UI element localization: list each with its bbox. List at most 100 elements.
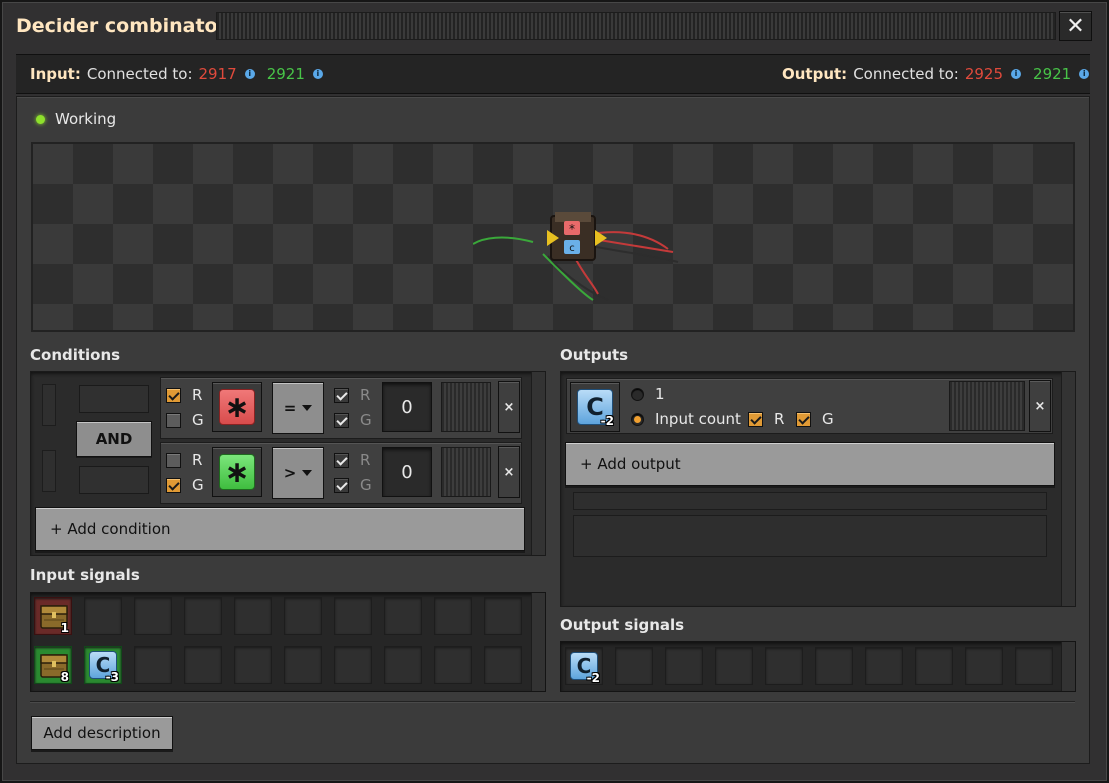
output-signal-button[interactable]: C -2 (570, 382, 620, 432)
add-output-button[interactable]: + Add output (565, 442, 1055, 486)
info-icon[interactable]: i (1011, 69, 1022, 79)
row-drag-handle[interactable] (441, 447, 491, 497)
info-icon[interactable]: i (1079, 69, 1090, 79)
conditions-scrollbar[interactable] (531, 372, 545, 555)
signal-slot-empty (434, 646, 472, 684)
status-text: Working (55, 110, 117, 128)
comparator-dropdown[interactable]: > (272, 447, 324, 499)
outputs-scrollbar[interactable] (1061, 372, 1075, 606)
signal-slot-red[interactable]: 1 (34, 597, 72, 635)
signal-slot-empty (84, 597, 122, 635)
decider-combinator-entity-icon: * c (473, 212, 679, 301)
right-red-checkbox[interactable] (334, 388, 349, 403)
output-connected-text: Connected to: (853, 65, 959, 83)
signal-slot-empty (184, 597, 222, 635)
signal-count: -2 (586, 671, 600, 685)
right-red-label: R (360, 451, 371, 469)
left-green-checkbox[interactable] (166, 478, 181, 493)
signal-slot-empty (234, 646, 272, 684)
input-signals-scrollbar[interactable] (531, 593, 545, 691)
remove-condition-button[interactable]: × (498, 381, 520, 433)
input-connected-text: Connected to: (86, 65, 193, 83)
connection-bar: Input: Connected to: 2917 i 2921 i Outpu… (16, 54, 1090, 94)
row-drag-handle[interactable] (949, 381, 1025, 431)
title-bar: Decider combinator ✕ (6, 8, 1099, 46)
output-input-count-label: Input count (655, 410, 741, 428)
signal-c-icon: C -2 (577, 389, 614, 428)
right-green-checkbox[interactable] (334, 413, 349, 428)
signal-slot-empty (615, 647, 653, 685)
output-connections: Output: Connected to: 2925 i 2921 i (782, 65, 1095, 83)
status-dot-icon (36, 114, 45, 124)
constant-value-input[interactable]: 0 (382, 447, 432, 497)
close-icon: ✕ (1066, 13, 1085, 39)
signal-slot-empty (915, 647, 953, 685)
remove-condition-button[interactable]: × (498, 446, 520, 498)
right-green-checkbox[interactable] (334, 478, 349, 493)
signal-slot-empty (134, 646, 172, 684)
signal-slot-empty (284, 646, 322, 684)
condition-signal-button[interactable]: ∗ (212, 382, 262, 432)
condition-slot (79, 466, 149, 494)
output-signals-scrollbar[interactable] (1061, 642, 1075, 691)
left-red-checkbox[interactable] (166, 388, 181, 403)
output-red-network-id: 2925 (964, 65, 1004, 83)
signal-slot-empty (484, 646, 522, 684)
right-red-checkbox[interactable] (334, 453, 349, 468)
comparator-dropdown[interactable]: = (272, 382, 324, 434)
left-green-checkbox[interactable] (166, 413, 181, 428)
close-icon: × (503, 399, 515, 415)
signal-slot-empty (484, 597, 522, 635)
right-green-label: G (360, 476, 372, 494)
output-red-label: R (774, 410, 785, 428)
output-input-count-radio[interactable] (631, 413, 644, 426)
condition-signal-button[interactable]: ∗ (212, 447, 262, 497)
row-drag-handle[interactable] (441, 382, 491, 432)
left-green-label: G (192, 411, 204, 429)
left-green-label: G (192, 476, 204, 494)
signal-slot-empty (184, 646, 222, 684)
signal-slot-empty (134, 597, 172, 635)
input-connections: Input: Connected to: 2917 i 2921 i (30, 65, 329, 83)
close-button[interactable]: ✕ (1059, 11, 1092, 41)
signal-slot-empty (334, 597, 372, 635)
status-indicator: Working (36, 110, 116, 128)
comparator-value: = (283, 399, 297, 417)
signal-slot-empty (384, 646, 422, 684)
remove-output-button[interactable]: × (1029, 380, 1051, 432)
signal-slot-empty (334, 646, 372, 684)
signal-slot-green[interactable]: C -3 (84, 646, 122, 684)
info-icon[interactable]: i (312, 69, 323, 79)
left-red-label: R (192, 386, 203, 404)
condition-bracket (42, 450, 56, 492)
signal-slot[interactable]: C -2 (565, 647, 603, 685)
left-red-checkbox[interactable] (166, 453, 181, 468)
add-description-button[interactable]: Add description (31, 716, 173, 750)
input-signals-heading: Input signals (30, 566, 140, 584)
output-one-radio[interactable] (631, 388, 644, 401)
add-condition-button[interactable]: + Add condition (35, 507, 525, 551)
constant-value-input[interactable]: 0 (382, 382, 432, 432)
window-drag-handle[interactable] (216, 12, 1056, 40)
entity-preview[interactable]: * c (31, 142, 1075, 332)
comparator-value: > (283, 464, 297, 482)
signal-slot-empty (1015, 647, 1053, 685)
output-green-checkbox[interactable] (796, 412, 811, 427)
input-red-network-id: 2917 (198, 65, 237, 83)
info-icon[interactable]: i (244, 69, 255, 79)
signal-slot-empty (765, 647, 803, 685)
right-red-label: R (360, 386, 371, 404)
output-red-checkbox[interactable] (748, 412, 763, 427)
close-icon: × (1034, 398, 1046, 414)
signal-slot-empty (815, 647, 853, 685)
signal-slot-green[interactable]: 8 (34, 646, 72, 684)
green-everything-signal-icon: ∗ (219, 454, 255, 490)
close-icon: × (503, 464, 515, 480)
condition-slot (79, 385, 149, 413)
and-or-toggle-button[interactable]: AND (76, 421, 152, 457)
output-green-network-id: 2921 (1033, 65, 1072, 83)
footer-divider (30, 701, 1075, 703)
signal-count-badge: -2 (600, 414, 614, 428)
signal-slot-empty (234, 597, 272, 635)
signal-count: -3 (105, 670, 119, 684)
